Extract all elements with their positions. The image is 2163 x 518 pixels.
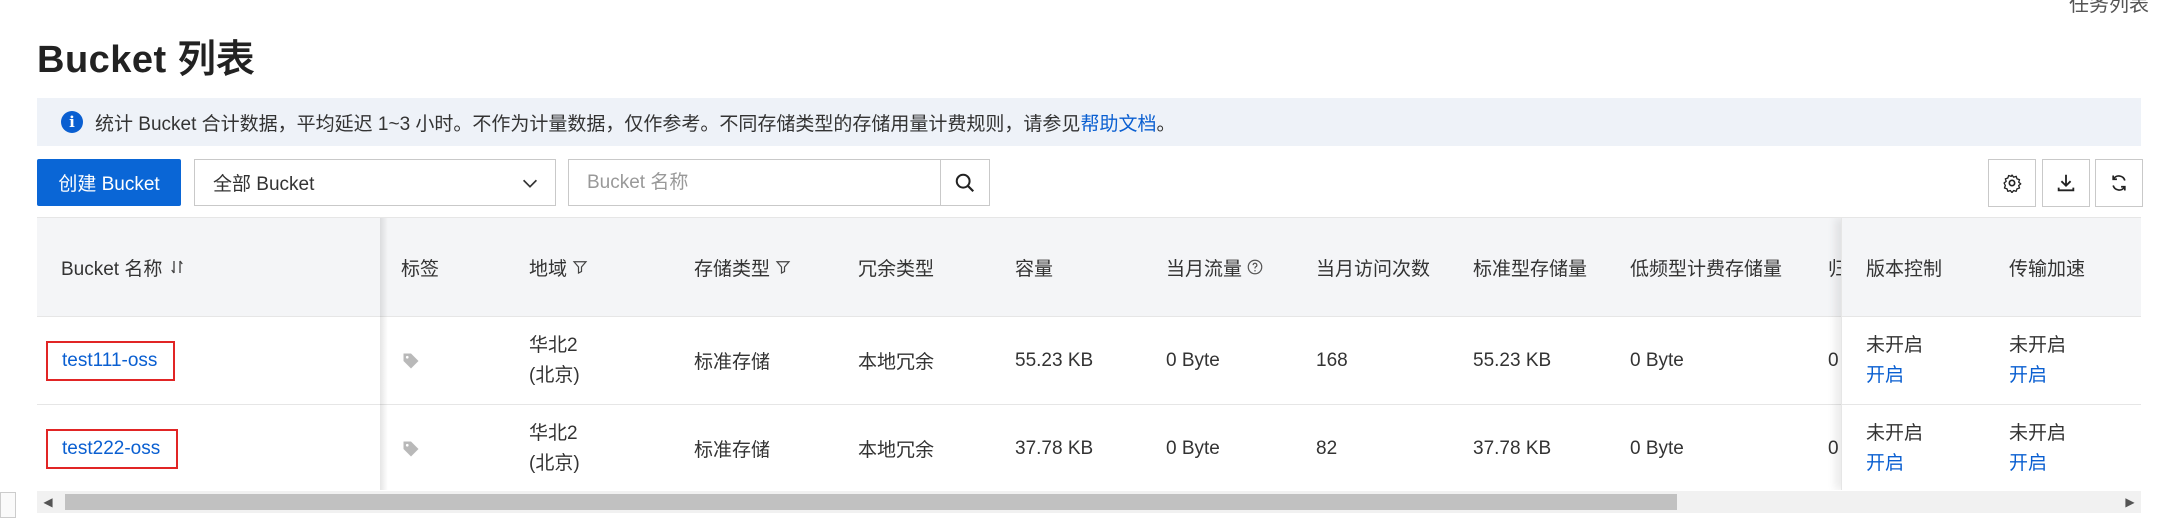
col-header-acceleration: 传输加速 <box>2009 258 2086 280</box>
bucket-search-input[interactable] <box>569 160 940 205</box>
versioning-cell: 未开启 开启 <box>1866 405 1923 490</box>
versioning-status: 未开启 <box>1866 334 1924 356</box>
export-button[interactable] <box>2042 159 2090 207</box>
col-header-tag: 标签 <box>401 258 440 280</box>
col-header-monthly-traffic: 当月流量 <box>1166 218 1264 316</box>
bucket-name-link[interactable]: test111-oss <box>46 340 176 381</box>
info-notice: i 统计 Bucket 合计数据，平均延迟 1~3 小时。不作为计量数据，仅作参… <box>37 98 2141 146</box>
fixed-right-columns: 版本控制 传输加速 未开启 开启 未开启 开启 未开启 开启 未开启 开启 <box>1841 218 2141 490</box>
table-header: Bucket 名称 标签 地域 存储类型 冗余类型 容量 当月流量 当月访问次数… <box>37 218 2141 317</box>
page-side-handle[interactable] <box>0 492 16 518</box>
table-row: test222-oss 华北2 (北京) 标准存储 本地冗余 37.78 KB … <box>37 405 2141 490</box>
tag-cell[interactable] <box>401 405 421 490</box>
region-line1: 华北2 <box>529 334 578 356</box>
refresh-icon <box>2112 175 2126 191</box>
refresh-button[interactable] <box>2095 159 2143 207</box>
archive-partial-cell: 0 <box>1828 437 1839 459</box>
scrollbar-thumb[interactable] <box>65 494 1677 510</box>
monthly-requests-cell: 168 <box>1316 349 1348 371</box>
col-header-monthly-traffic-label: 当月流量 <box>1166 258 1243 280</box>
table-row: test111-oss 华北2 (北京) 标准存储 本地冗余 55.23 KB … <box>37 317 2141 405</box>
notice-text: 统计 Bucket 合计数据，平均延迟 1~3 小时。不作为计量数据，仅作参考。… <box>95 113 1081 135</box>
region-cell: 华北2 (北京) <box>529 405 580 490</box>
col-header-name-label: Bucket 名称 <box>61 258 163 280</box>
bucket-name-link[interactable]: test222-oss <box>46 428 179 469</box>
enable-acceleration-link[interactable]: 开启 <box>2009 449 2066 479</box>
region-line1: 华北2 <box>529 422 578 444</box>
col-header-standard-storage: 标准型存储量 <box>1473 258 1588 280</box>
table-row: 未开启 开启 未开启 开启 <box>1842 317 2141 405</box>
col-header-versioning: 版本控制 <box>1866 258 1943 280</box>
capacity-cell: 37.78 KB <box>1015 437 1094 459</box>
info-icon: i <box>61 111 83 133</box>
scroll-left-icon[interactable]: ◀ <box>37 491 59 513</box>
filter-icon[interactable] <box>571 258 589 276</box>
redundancy-cell: 本地冗余 <box>858 440 935 461</box>
standard-storage-cell: 55.23 KB <box>1473 349 1552 371</box>
tag-cell[interactable] <box>401 317 421 404</box>
chevron-down-icon <box>522 179 538 188</box>
horizontal-scrollbar[interactable]: ◀ ▶ <box>37 491 2141 513</box>
monthly-requests-cell: 82 <box>1316 437 1338 459</box>
archive-partial-cell: 0 <box>1828 349 1839 371</box>
fixed-column-shadow <box>380 218 388 490</box>
col-header-ia-storage: 低频型计费存储量 <box>1630 258 1783 280</box>
standard-storage-cell: 37.78 KB <box>1473 437 1552 459</box>
download-icon <box>2057 174 2075 192</box>
bucket-filter-select[interactable]: 全部 Bucket <box>194 159 556 206</box>
bucket-table: Bucket 名称 标签 地域 存储类型 冗余类型 容量 当月流量 当月访问次数… <box>37 217 2141 490</box>
col-header-storage-class[interactable]: 存储类型 <box>694 218 792 316</box>
col-header-region-label: 地域 <box>529 258 568 280</box>
region-line2: (北京) <box>529 452 580 474</box>
gear-icon <box>2003 174 2022 193</box>
table-row: 未开启 开启 未开启 开启 <box>1842 405 2141 490</box>
storage-class-cell: 标准存储 <box>694 352 771 373</box>
filter-icon[interactable] <box>774 258 792 276</box>
col-header-monthly-requests: 当月访问次数 <box>1316 258 1431 280</box>
redundancy-cell: 本地冗余 <box>858 352 935 373</box>
notice-suffix: 。 <box>1156 113 1176 135</box>
col-header-redundancy: 冗余类型 <box>858 258 935 280</box>
settings-button[interactable] <box>1988 159 2036 207</box>
search-button[interactable] <box>940 160 989 205</box>
tag-icon[interactable] <box>401 439 421 459</box>
ia-storage-cell: 0 Byte <box>1630 349 1684 371</box>
versioning-status: 未开启 <box>1866 422 1924 444</box>
ia-storage-cell: 0 Byte <box>1630 437 1684 459</box>
col-header-storage-class-label: 存储类型 <box>694 258 771 280</box>
acceleration-cell: 未开启 开启 <box>2009 405 2066 490</box>
storage-class-cell: 标准存储 <box>694 440 771 461</box>
col-header-name[interactable]: Bucket 名称 <box>61 218 186 316</box>
task-list-link[interactable]: 任务列表 <box>2069 0 2149 17</box>
col-header-region[interactable]: 地域 <box>529 218 589 316</box>
acceleration-status: 未开启 <box>2009 422 2067 444</box>
bucket-name-cell: test222-oss <box>46 405 179 490</box>
page-title: Bucket 列表 <box>37 39 255 81</box>
search-icon <box>955 173 975 192</box>
toolbar: 创建 Bucket 全部 Bucket <box>37 159 2143 207</box>
monthly-traffic-cell: 0 Byte <box>1166 437 1220 459</box>
monthly-traffic-cell: 0 Byte <box>1166 349 1220 371</box>
col-header-capacity: 容量 <box>1015 258 1054 280</box>
enable-versioning-link[interactable]: 开启 <box>1866 361 1923 391</box>
enable-acceleration-link[interactable]: 开启 <box>2009 361 2066 391</box>
tag-icon[interactable] <box>401 351 421 371</box>
capacity-cell: 55.23 KB <box>1015 349 1094 371</box>
region-line2: (北京) <box>529 364 580 386</box>
bucket-filter-value: 全部 Bucket <box>213 174 315 195</box>
versioning-cell: 未开启 开启 <box>1866 317 1923 404</box>
bucket-name-cell: test111-oss <box>46 317 176 404</box>
acceleration-status: 未开启 <box>2009 334 2067 356</box>
help-doc-link[interactable]: 帮助文档 <box>1080 109 1156 136</box>
region-cell: 华北2 (北京) <box>529 317 580 404</box>
scroll-right-icon[interactable]: ▶ <box>2119 491 2141 513</box>
enable-versioning-link[interactable]: 开启 <box>1866 449 1923 479</box>
create-bucket-button[interactable]: 创建 Bucket <box>37 159 181 206</box>
sort-icon[interactable] <box>168 258 186 276</box>
acceleration-cell: 未开启 开启 <box>2009 317 2066 404</box>
fixed-right-header: 版本控制 传输加速 <box>1842 218 2141 317</box>
help-icon[interactable] <box>1246 258 1264 276</box>
bucket-search <box>568 159 990 206</box>
